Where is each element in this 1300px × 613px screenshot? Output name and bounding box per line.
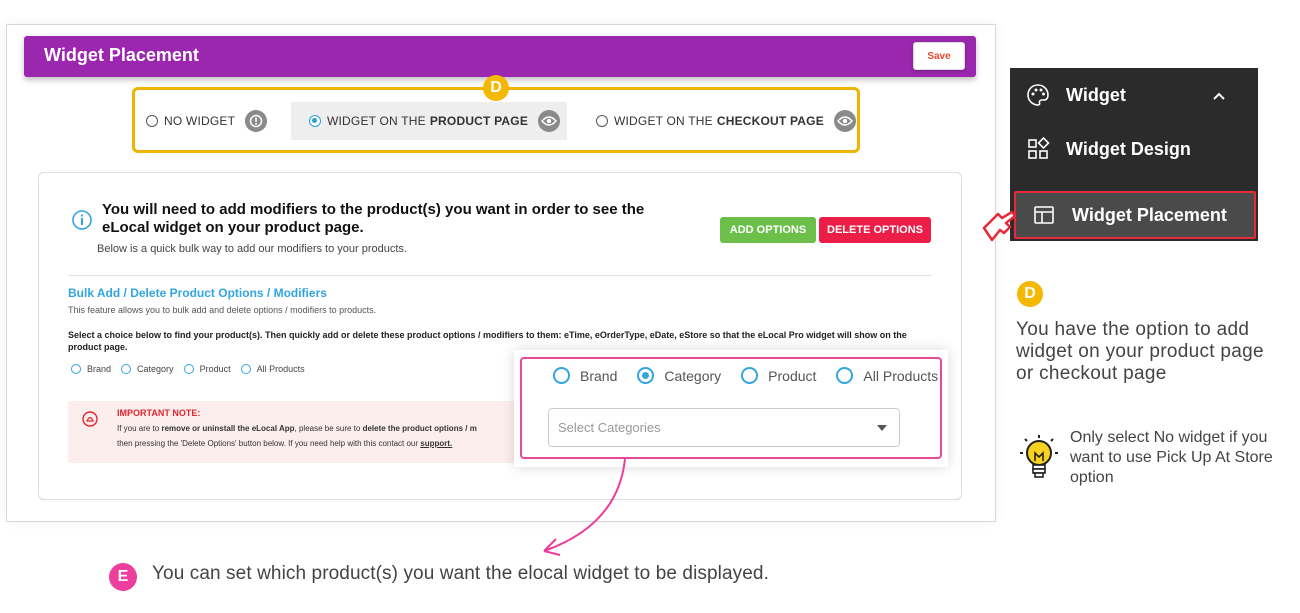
bulk-radio-label: Product	[199, 364, 231, 374]
info-circle-icon[interactable]	[245, 110, 268, 132]
chevron-up-icon[interactable]	[1212, 91, 1226, 101]
zoom-radio-category[interactable]: Category	[637, 367, 721, 384]
widgets-icon	[1028, 137, 1050, 159]
sidebar-item-label: Widget Placement	[1072, 204, 1227, 225]
annotation-d-text: You have the option to add widget on you…	[1016, 319, 1264, 384]
radio-checkout-page[interactable]	[596, 115, 608, 127]
option-no-widget[interactable]: NO WIDGET	[146, 102, 268, 140]
pointing-hand-icon	[982, 210, 1017, 242]
bulk-radio-product[interactable]: Product	[183, 364, 231, 374]
marker-d: D	[483, 75, 509, 101]
marker-d-side: D	[1017, 281, 1043, 307]
sidebar-item-widget[interactable]: Widget	[1010, 71, 1258, 119]
note-line1-b: remove or uninstall the eLocal App	[161, 424, 295, 433]
bulk-section-description: This feature allows you to bulk add and …	[68, 305, 377, 315]
marker-e: E	[109, 563, 137, 591]
category-select-placeholder: Select Categories	[558, 420, 661, 435]
delete-options-button[interactable]: DELETE OPTIONS	[819, 217, 931, 243]
zoom-callout-highlight: Brand Category Product All Products Sele…	[520, 357, 942, 459]
bulk-radio-category[interactable]: Category	[121, 364, 174, 374]
eye-icon[interactable]	[833, 110, 856, 132]
bulk-radio-label: Category	[137, 364, 174, 374]
add-options-button[interactable]: ADD OPTIONS	[720, 217, 816, 243]
radio-circle[interactable]	[183, 364, 194, 374]
eye-icon[interactable]	[538, 110, 561, 132]
modifiers-info-title: You will need to add modifiers to the pr…	[102, 201, 645, 236]
option-product-page-prefix: WIDGET ON THE	[327, 114, 426, 128]
bulk-section-title: Bulk Add / Delete Product Options / Modi…	[68, 286, 327, 300]
sidebar-menu: Widget Widget Design Widget Placement	[1010, 68, 1258, 241]
option-no-widget-label: NO WIDGET	[164, 114, 236, 128]
zoom-radio-brand[interactable]: Brand	[553, 367, 617, 384]
bulk-radio-all-products[interactable]: All Products	[240, 364, 305, 374]
sidebar-item-widget-placement[interactable]: Widget Placement	[1014, 191, 1256, 239]
page-title: Widget Placement	[44, 45, 199, 65]
note-line1-c: , please be sure to	[294, 424, 363, 433]
sidebar-item-label: Widget Design	[1066, 138, 1191, 159]
zoom-radio-label: Product	[768, 367, 817, 384]
widget-placement-header: Widget Placement Save	[24, 36, 976, 77]
chevron-down-icon	[877, 425, 887, 431]
modifiers-info-subtitle: Below is a quick bulk way to add our mod…	[97, 243, 407, 255]
palette-icon	[1027, 84, 1049, 106]
curved-arrow-icon	[543, 458, 626, 556]
radio-circle[interactable]	[240, 364, 251, 374]
radio-circle-selected[interactable]	[637, 367, 655, 384]
important-note-title: IMPORTANT NOTE:	[117, 408, 201, 418]
zoom-filter-radios: Brand Category Product All Products	[553, 367, 938, 384]
annotation-tip-text: Only select No widget if you want to use…	[1070, 429, 1273, 486]
important-note-text: If you are to remove or uninstall the eL…	[117, 421, 517, 451]
sidebar-item-widget-design[interactable]: Widget Design	[1010, 125, 1258, 173]
option-checkout-page-prefix: WIDGET ON THE	[614, 114, 713, 128]
bulk-filter-radios: Brand Category Product All Products	[71, 364, 305, 374]
zoom-radio-product[interactable]: Product	[741, 367, 816, 384]
zoom-radio-label: All Products	[863, 367, 939, 384]
category-select[interactable]: Select Categories	[548, 408, 900, 447]
zoom-radio-label: Category	[664, 367, 722, 384]
note-line1-d: delete the product options / m	[362, 424, 477, 433]
note-line2-a: then pressing the 'Delete Options' butto…	[117, 439, 421, 448]
option-checkout-page-bold: CHECKOUT PAGE	[716, 114, 824, 128]
radio-circle[interactable]	[121, 364, 132, 374]
save-button[interactable]: Save	[913, 42, 965, 70]
note-line1-a: If you are to	[117, 424, 162, 433]
lightbulb-icon	[1020, 435, 1058, 478]
annotation-e-text: You can set which product(s) you want th…	[152, 563, 769, 584]
option-checkout-page[interactable]: WIDGET ON THE CHECKOUT PAGE	[596, 102, 856, 140]
bulk-radio-brand[interactable]: Brand	[71, 364, 111, 374]
radio-circle[interactable]	[71, 364, 81, 374]
option-product-page-bold: PRODUCT PAGE	[429, 114, 529, 128]
important-note: IMPORTANT NOTE: If you are to remove or …	[68, 401, 528, 463]
radio-circle[interactable]	[836, 367, 854, 384]
option-product-page[interactable]: WIDGET ON THE PRODUCT PAGE	[291, 102, 567, 140]
radio-circle[interactable]	[741, 367, 759, 384]
bulk-radio-label: All Products	[256, 364, 305, 374]
radio-product-page[interactable]	[309, 115, 321, 127]
radio-circle[interactable]	[553, 367, 570, 384]
bulk-radio-label: Brand	[87, 364, 112, 374]
zoom-radio-all-products[interactable]: All Products	[836, 367, 938, 384]
zoom-radio-label: Brand	[580, 367, 618, 384]
info-icon	[72, 210, 92, 230]
radio-no-widget[interactable]	[146, 115, 158, 127]
support-link[interactable]: support.	[420, 439, 452, 448]
placement-icon	[1034, 206, 1054, 224]
sidebar-item-label: Widget	[1066, 84, 1126, 105]
alert-icon	[82, 411, 98, 427]
divider	[68, 275, 932, 276]
